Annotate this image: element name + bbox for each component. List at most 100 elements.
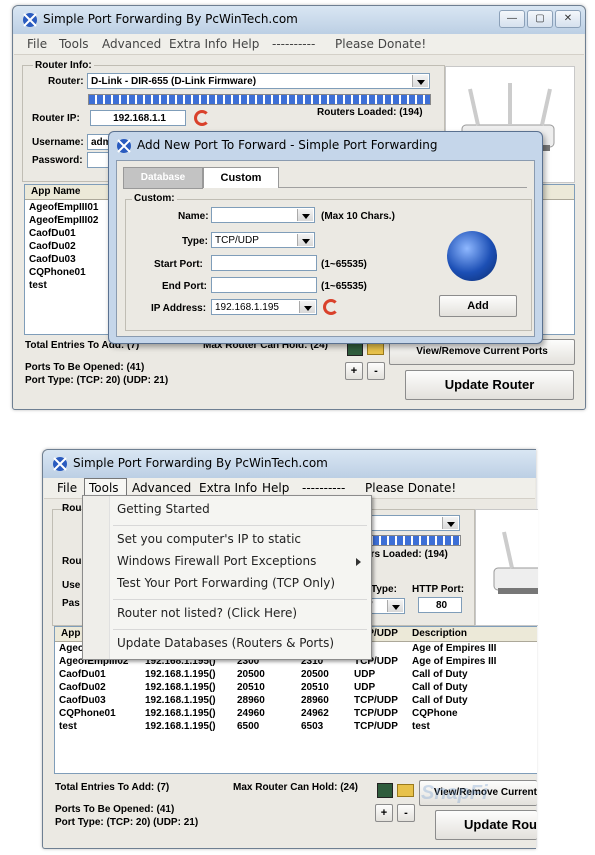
table-cell-end[interactable]: 20510 [301, 682, 329, 693]
routers-progress [364, 535, 461, 546]
table-cell-proto[interactable]: TCP/UDP [354, 721, 398, 732]
table-cell-proto[interactable]: TCP/UDP [354, 708, 398, 719]
close-button[interactable]: ✕ [555, 10, 581, 28]
table-cell-app[interactable]: CaofDu03 [59, 695, 106, 706]
save-icon[interactable] [377, 783, 393, 798]
router-select[interactable] [363, 515, 460, 531]
chevron-down-icon[interactable] [297, 209, 313, 221]
list-item[interactable]: AgeofEmpIII01 [29, 202, 98, 213]
add-entry-button[interactable]: + [375, 804, 393, 822]
list-item[interactable]: test [29, 280, 47, 291]
table-cell-desc[interactable]: CQPhone [412, 708, 458, 719]
refresh-icon[interactable] [194, 110, 210, 126]
chevron-down-icon[interactable] [387, 600, 403, 612]
menu-item-set-static-ip[interactable]: Set you computer's IP to static [117, 532, 301, 546]
column-app-name[interactable]: App Name [31, 186, 80, 197]
table-cell-end[interactable]: 6503 [301, 721, 323, 732]
title-bar[interactable]: Simple Port Forwarding By PcWinTech.com [43, 450, 536, 478]
table-cell-ip[interactable]: 192.168.1.195() [145, 708, 216, 719]
menu-item-firewall-exceptions[interactable]: Windows Firewall Port Exceptions [117, 554, 316, 568]
table-cell-ip[interactable]: 192.168.1.195() [145, 695, 216, 706]
folder-icon[interactable] [397, 784, 414, 797]
menu-help[interactable]: Help [262, 481, 289, 495]
menu-donate[interactable]: Please Donate! [365, 481, 456, 495]
menu-extra-info[interactable]: Extra Info [199, 481, 257, 495]
update-router-button[interactable]: Update Rou [435, 810, 537, 840]
table-cell-proto[interactable]: UDP [354, 669, 375, 680]
column-app[interactable]: App [61, 628, 80, 639]
list-item[interactable]: CaofDu03 [29, 254, 76, 265]
list-item[interactable]: CaofDu01 [29, 228, 76, 239]
menu-item-test-forwarding[interactable]: Test Your Port Forwarding (TCP Only) [117, 576, 335, 590]
menu-advanced[interactable]: Advanced [102, 37, 161, 51]
menu-gutter [83, 496, 110, 659]
type-select[interactable]: TCP/UDP [211, 232, 315, 248]
menu-file[interactable]: File [27, 37, 47, 51]
refresh-icon[interactable] [323, 299, 339, 315]
name-combo[interactable] [211, 207, 315, 223]
http-port-field[interactable]: 80 [418, 597, 462, 613]
ip-address-value: 192.168.1.195 [215, 302, 279, 313]
table-cell-end[interactable]: 28960 [301, 695, 329, 706]
router-select[interactable]: D-Link - DIR-655 (D-Link Firmware) [87, 73, 430, 89]
table-cell-app[interactable]: test [59, 721, 77, 732]
maximize-button[interactable]: ▢ [527, 10, 553, 28]
table-cell-desc[interactable]: Call of Duty [412, 682, 468, 693]
table-cell-desc[interactable]: Call of Duty [412, 669, 468, 680]
app-icon [116, 138, 132, 154]
table-cell-app[interactable]: CaofDu02 [59, 682, 106, 693]
table-cell-proto[interactable]: UDP [354, 682, 375, 693]
tab-database[interactable]: Database [123, 167, 203, 189]
column-description[interactable]: Description [412, 628, 467, 639]
table-cell-proto[interactable]: TCP/UDP [354, 695, 398, 706]
chevron-down-icon[interactable] [297, 234, 313, 246]
remove-entry-button[interactable]: - [367, 362, 385, 380]
table-cell-ip[interactable]: 192.168.1.195() [145, 669, 216, 680]
table-cell-desc[interactable]: Age of Empires III [412, 656, 496, 667]
menu-item-update-databases[interactable]: Update Databases (Routers & Ports) [117, 636, 334, 650]
list-item[interactable]: CaofDu02 [29, 241, 76, 252]
table-cell-app[interactable]: CQPhone01 [59, 708, 116, 719]
app-icon [52, 456, 68, 472]
menu-file[interactable]: File [57, 481, 77, 495]
router-label: Router: [48, 76, 84, 87]
table-cell-ip[interactable]: 192.168.1.195() [145, 682, 216, 693]
table-cell-end[interactable]: 20500 [301, 669, 329, 680]
table-cell-start[interactable]: 28960 [237, 695, 265, 706]
ip-address-select[interactable]: 192.168.1.195 [211, 299, 317, 315]
table-cell-start[interactable]: 6500 [237, 721, 259, 732]
list-item[interactable]: CQPhone01 [29, 267, 86, 278]
title-bar[interactable]: Simple Port Forwarding By PcWinTech.com … [13, 6, 585, 34]
table-cell-start[interactable]: 24960 [237, 708, 265, 719]
table-cell-start[interactable]: 20510 [237, 682, 265, 693]
remove-entry-button[interactable]: - [397, 804, 415, 822]
menu-help[interactable]: Help [232, 37, 259, 51]
table-cell-ip[interactable]: 192.168.1.195() [145, 721, 216, 732]
update-router-button[interactable]: Update Router [405, 370, 574, 400]
minimize-button[interactable]: — [499, 10, 525, 28]
menu-tools[interactable]: Tools [89, 481, 119, 495]
list-item[interactable]: AgeofEmpIII02 [29, 215, 98, 226]
menu-item-getting-started[interactable]: Getting Started [117, 502, 210, 516]
chevron-down-icon[interactable] [442, 517, 458, 529]
table-cell-start[interactable]: 20500 [237, 669, 265, 680]
menu-item-router-not-listed[interactable]: Router not listed? (Click Here) [117, 606, 297, 620]
menu-donate[interactable]: Please Donate! [335, 37, 426, 51]
chevron-down-icon[interactable] [412, 75, 428, 87]
start-port-field[interactable] [211, 255, 317, 271]
router-ip-field[interactable]: 192.168.1.1 [90, 110, 186, 126]
end-port-field[interactable] [211, 277, 317, 293]
table-cell-end[interactable]: 24962 [301, 708, 329, 719]
tab-custom[interactable]: Custom [203, 167, 279, 188]
table-cell-desc[interactable]: Call of Duty [412, 695, 468, 706]
chevron-down-icon[interactable] [299, 301, 315, 313]
add-entry-button[interactable]: + [345, 362, 363, 380]
menu-advanced[interactable]: Advanced [132, 481, 191, 495]
table-cell-desc[interactable]: test [412, 721, 430, 732]
table-cell-desc[interactable]: Age of Empires III [412, 643, 496, 654]
menu-extra-info[interactable]: Extra Info [169, 37, 227, 51]
add-button[interactable]: Add [439, 295, 517, 317]
menu-tools[interactable]: Tools [59, 37, 89, 51]
password-label: Password: [32, 155, 83, 166]
table-cell-app[interactable]: CaofDu01 [59, 669, 106, 680]
